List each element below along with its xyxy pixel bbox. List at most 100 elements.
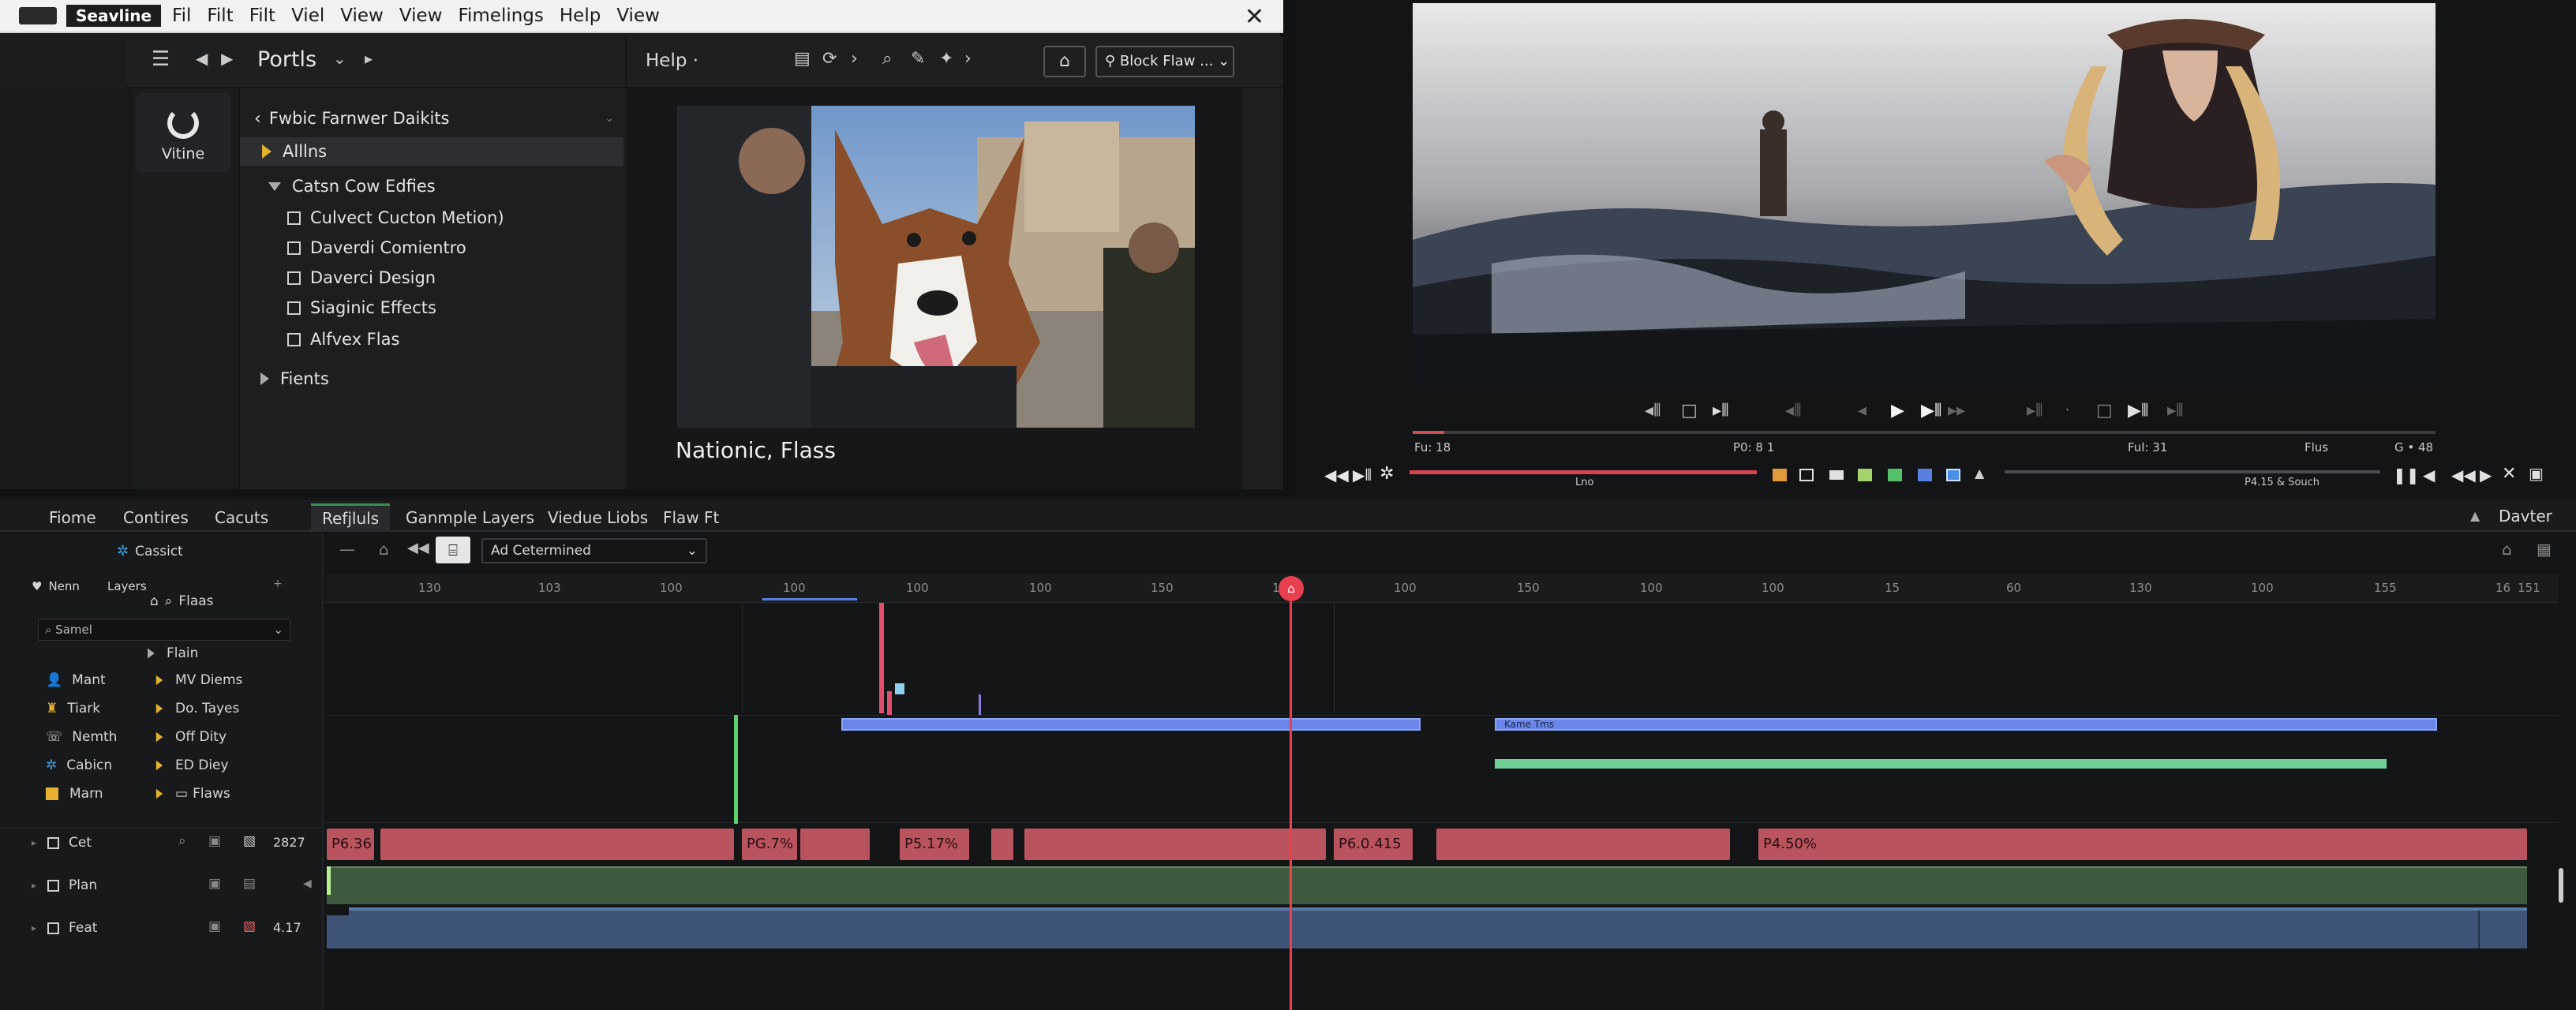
document-icon[interactable]: ▤ bbox=[243, 876, 256, 892]
plus-icon[interactable]: + bbox=[273, 578, 283, 590]
track-header[interactable]: ▸ Feat bbox=[32, 920, 97, 936]
camera-icon[interactable]: ▣ bbox=[208, 833, 221, 849]
grid-icon[interactable]: ▦ bbox=[2537, 540, 2552, 559]
tree-item-checkbox[interactable]: Daverci Design bbox=[240, 264, 623, 292]
clip[interactable] bbox=[991, 829, 1013, 860]
tab-ganmple-layers[interactable]: Ganmple Layers bbox=[395, 505, 545, 530]
marker-box-icon[interactable] bbox=[1799, 469, 1814, 481]
marker-image-icon[interactable] bbox=[1946, 469, 1960, 481]
preview-thumbnail[interactable] bbox=[677, 106, 1195, 428]
menu-item[interactable]: Fimelings bbox=[458, 6, 543, 26]
track-header[interactable]: ▸ Plan bbox=[32, 877, 97, 893]
search-icon[interactable]: ⌕ bbox=[882, 49, 892, 69]
skip-end-icon[interactable]: ▶⦀ bbox=[2128, 401, 2149, 421]
image-icon[interactable]: ▧ bbox=[243, 918, 256, 934]
menu-item[interactable]: Fil bbox=[172, 6, 191, 26]
layer-value-row[interactable]: ▭ Flaws bbox=[155, 786, 230, 802]
in-point-marker[interactable] bbox=[734, 715, 738, 824]
selection-range[interactable] bbox=[762, 598, 857, 600]
layer-value-row[interactable]: MV Diems bbox=[155, 672, 242, 688]
scrollbar-handle[interactable] bbox=[2559, 868, 2563, 903]
marker-green2-icon[interactable] bbox=[1888, 469, 1902, 481]
document-icon[interactable]: ▤ bbox=[794, 49, 811, 69]
pause-icon[interactable]: ❚❚ bbox=[2393, 466, 2420, 484]
tree-item-checkbox[interactable]: Culvect Cucton Metion) bbox=[240, 204, 623, 232]
step-forward-icon[interactable]: ▸⦀ bbox=[1713, 401, 1729, 421]
collapse-left-icon[interactable]: ◀ bbox=[303, 877, 312, 890]
tree-item-checkbox[interactable]: Daverdi Comientro bbox=[240, 234, 623, 262]
tree-item-checkbox[interactable]: Siaginic Effects bbox=[240, 294, 623, 322]
fast-forward-icon[interactable]: ▸⦀ bbox=[2167, 401, 2184, 421]
layer-value-row[interactable]: Off Dity bbox=[155, 729, 227, 745]
stop-square-icon[interactable]: □ bbox=[2096, 401, 2113, 421]
marker-pink[interactable] bbox=[879, 603, 884, 713]
marker-blue-icon[interactable] bbox=[1918, 469, 1932, 481]
tools-icon[interactable]: ✎ bbox=[911, 49, 925, 69]
rewind-icon[interactable]: ◀◀ bbox=[407, 540, 429, 556]
checkbox[interactable] bbox=[287, 211, 301, 225]
checkbox[interactable] bbox=[47, 922, 60, 934]
sync-icon[interactable]: ⟳ bbox=[822, 49, 837, 69]
tree-item-folder[interactable]: Catsn Cow Edfies bbox=[240, 172, 623, 200]
forward-icon[interactable]: ▶ bbox=[221, 49, 233, 68]
tree-item-fients[interactable]: Fients bbox=[240, 365, 623, 393]
layers-search-input[interactable]: ⌕ Samel ⌄ bbox=[38, 619, 290, 641]
tab-fiome[interactable]: Fiome bbox=[38, 505, 107, 530]
time-ruler[interactable]: 130 103 100 100 100 100 150 100 100 150 … bbox=[325, 574, 2559, 603]
checkbox[interactable] bbox=[287, 271, 301, 285]
range-bar-grey[interactable] bbox=[2005, 470, 2380, 473]
clip[interactable]: P6.36 bbox=[327, 829, 374, 860]
layer-row[interactable]: ☏ Nemth bbox=[46, 729, 117, 745]
chevron-right-icon[interactable]: › bbox=[851, 49, 858, 69]
clip[interactable] bbox=[800, 829, 870, 860]
rewind-button-icon[interactable]: ◀◀ bbox=[1324, 466, 1349, 484]
search-icon[interactable]: ⌕ bbox=[178, 833, 186, 849]
clip[interactable]: P6.0.415 bbox=[1334, 829, 1413, 860]
layer-row[interactable]: ♜ Tiark bbox=[46, 701, 100, 716]
menu-item[interactable]: Viel bbox=[291, 6, 324, 26]
menu-item[interactable]: View bbox=[399, 6, 443, 26]
marker-pink-small[interactable] bbox=[887, 691, 892, 715]
caption-icon[interactable] bbox=[1829, 470, 1844, 480]
sidebar-item-vitine[interactable]: Vitine bbox=[136, 93, 230, 172]
marker-purple[interactable] bbox=[979, 694, 981, 715]
lock-button[interactable]: ⌸ bbox=[436, 537, 470, 563]
forward-frame-icon[interactable]: ▶ bbox=[2480, 466, 2492, 484]
collapse-up-icon[interactable]: ▲ bbox=[2470, 508, 2480, 523]
stop-icon[interactable]: □ bbox=[1681, 401, 1698, 421]
home-button[interactable]: ⌂ bbox=[1043, 46, 1086, 77]
next-frame-icon[interactable]: ▸▸ bbox=[1948, 401, 1965, 421]
tab-refjluls[interactable]: Refjluls bbox=[311, 503, 391, 531]
close-button[interactable]: ✕ bbox=[1245, 3, 1264, 31]
play-icon[interactable]: ▸ bbox=[365, 49, 373, 68]
track-header[interactable]: ▸ Cet bbox=[32, 835, 92, 851]
skip-icon[interactable]: ▶⦀ bbox=[1353, 466, 1372, 484]
close-icon[interactable]: ✕ bbox=[2502, 464, 2516, 484]
play-next-icon[interactable]: ▶⦀ bbox=[1921, 401, 1942, 421]
image-icon[interactable]: ▧ bbox=[243, 833, 256, 849]
chevron-down-icon[interactable]: ⌄ bbox=[333, 49, 346, 68]
layer-row[interactable]: Marn bbox=[46, 786, 103, 802]
checkbox[interactable] bbox=[47, 836, 60, 849]
clip[interactable] bbox=[1436, 829, 1730, 860]
clip[interactable]: PG.7% bbox=[742, 829, 797, 860]
menu-item[interactable]: View bbox=[616, 6, 660, 26]
layer-row[interactable]: 👤 Mant bbox=[46, 672, 106, 688]
clip[interactable] bbox=[1024, 829, 1326, 860]
clip-blue-a[interactable] bbox=[841, 718, 1421, 731]
menu-item[interactable]: Filt bbox=[249, 6, 275, 26]
tree-item-checkbox[interactable]: Alfvex Flas bbox=[240, 325, 623, 354]
tab-flaw-ft[interactable]: Flaw Ft bbox=[652, 505, 730, 530]
rewind-small-icon[interactable]: ◀◀ bbox=[2451, 466, 2476, 484]
mode-dropdown[interactable]: Ad Cetermined ⌄ bbox=[481, 538, 707, 563]
range-bar-red[interactable] bbox=[1410, 470, 1757, 474]
clip[interactable]: P4.50% bbox=[1758, 829, 2527, 860]
rewind-icon[interactable]: ◂ bbox=[1858, 401, 1866, 421]
camera-icon[interactable]: ▣ bbox=[208, 876, 221, 892]
prev-marker-icon[interactable]: ◂⦀ bbox=[1785, 401, 1802, 421]
checkbox[interactable] bbox=[47, 879, 60, 892]
tab-viedue-liobs[interactable]: Viedue Liobs bbox=[537, 505, 659, 530]
fullscreen-icon[interactable]: ▣ bbox=[2529, 464, 2544, 483]
clip-blue-track[interactable] bbox=[349, 907, 2527, 948]
minus-icon[interactable]: — bbox=[339, 540, 355, 559]
